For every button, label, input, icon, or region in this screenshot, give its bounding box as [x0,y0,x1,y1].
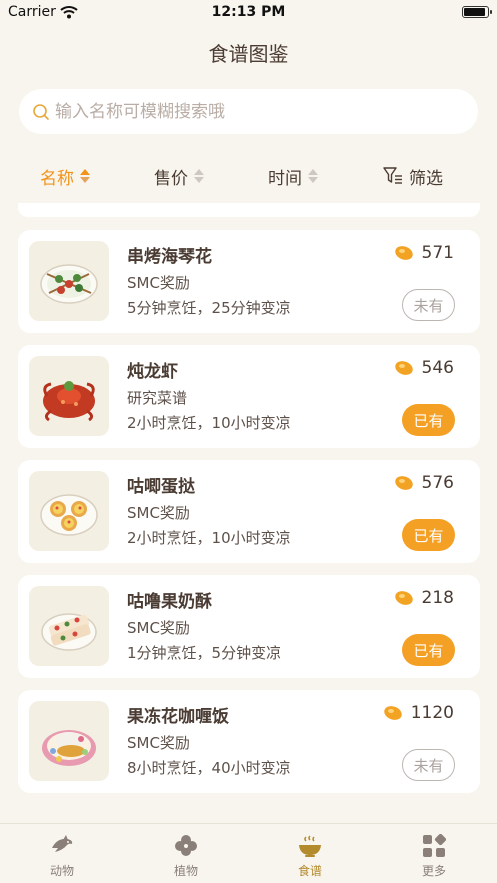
recipe-price: 218 [394,588,454,608]
coin-icon [394,476,413,490]
price-value: 218 [421,588,454,608]
sort-arrows-icon [194,169,204,183]
dish-image [29,356,109,436]
ownership-badge[interactable]: 已有 [402,404,455,436]
coin-icon [394,361,413,375]
search-bar[interactable] [19,89,478,134]
price-value: 546 [421,358,454,378]
sort-name-label: 名称 [40,168,74,189]
sort-arrows-icon [308,169,318,183]
filter-label: 筛选 [409,168,443,189]
recipe-cook-time: 1分钟烹饪，5分钟变凉 [127,644,282,662]
price-value: 1120 [410,703,454,723]
recipe-name: 咕唧蛋挞 [127,477,195,497]
recipe-card[interactable]: 果冻花咖喱饭 SMC奖励 8小时烹饪，40小时变凉 1120 未有 [18,690,480,793]
tab-label: 动物 [49,864,74,878]
battery-icon [462,6,492,18]
recipe-source: 研究菜谱 [127,389,188,407]
sort-arrows-icon [80,169,90,183]
recipe-price: 1120 [383,703,454,723]
recipe-cook-time: 2小时烹饪，10小时变凉 [127,529,291,547]
grid-icon [423,834,446,857]
coin-icon [394,246,413,260]
fish-icon [52,835,73,852]
search-icon [33,104,49,120]
recipe-source: SMC奖励 [127,734,190,752]
dish-image [29,701,109,781]
recipe-price: 546 [394,358,454,378]
price-value: 576 [421,473,454,493]
tab-label: 植物 [173,864,198,878]
recipe-cook-time: 8小时烹饪，40小时变凉 [127,759,291,777]
ownership-badge[interactable]: 已有 [402,519,455,551]
sort-bar: 名称 售价 时间 筛选 [0,160,497,192]
tab-label: 更多 [421,864,446,878]
recipe-name: 果冻花咖喱饭 [127,707,229,727]
recipe-name: 串烤海琴花 [127,247,212,267]
recipe-source: SMC奖励 [127,619,190,637]
recipe-source: SMC奖励 [127,504,190,522]
dish-image [29,241,109,321]
sort-by-time-button[interactable]: 时间 [268,160,318,192]
sort-by-price-button[interactable]: 售价 [154,160,204,192]
tab-label: 食谱 [297,864,322,878]
list-item-partial [18,203,480,217]
ownership-badge[interactable]: 未有 [402,289,455,321]
recipe-card[interactable]: 咕噜果奶酥 SMC奖励 1分钟烹饪，5分钟变凉 218 已有 [18,575,480,678]
tab-more[interactable]: 更多 [372,824,496,883]
status-bar: Carrier 12:13 PM [0,0,497,26]
recipe-price: 571 [394,243,454,263]
page-title: 食谱图鉴 [208,42,289,66]
recipe-cook-time: 2小时烹饪，10小时变凉 [127,414,291,432]
bowl-icon [299,835,321,857]
recipe-card[interactable]: 炖龙虾 研究菜谱 2小时烹饪，10小时变凉 546 已有 [18,345,480,448]
filter-icon [383,167,402,184]
recipe-name: 炖龙虾 [127,362,178,382]
dish-image [29,586,109,666]
price-value: 571 [421,243,454,263]
recipe-card[interactable]: 咕唧蛋挞 SMC奖励 2小时烹饪，10小时变凉 576 已有 [18,460,480,563]
filter-button[interactable]: 筛选 [383,160,443,192]
recipe-cook-time: 5分钟烹饪，25分钟变凉 [127,299,291,317]
recipe-source: SMC奖励 [127,274,190,292]
tab-animals[interactable]: 动物 [0,824,124,883]
sort-by-name-button[interactable]: 名称 [40,160,90,192]
recipe-card[interactable]: 串烤海琴花 SMC奖励 5分钟烹饪，25分钟变凉 571 未有 [18,230,480,333]
sort-price-label: 售价 [154,168,188,189]
recipe-price: 576 [394,473,454,493]
dish-image [29,471,109,551]
tab-bar: 动物 植物 食谱 更多 [0,823,497,883]
recipe-name: 咕噜果奶酥 [127,592,212,612]
tab-plants[interactable]: 植物 [124,824,248,883]
sort-time-label: 时间 [268,168,302,189]
search-input[interactable] [55,89,455,134]
coin-icon [383,706,402,720]
clover-icon [175,835,197,856]
clock: 12:13 PM [211,4,286,20]
tab-recipes[interactable]: 食谱 [248,824,372,883]
coin-icon [394,591,413,605]
ownership-badge[interactable]: 未有 [402,749,455,781]
ownership-badge[interactable]: 已有 [402,634,455,666]
